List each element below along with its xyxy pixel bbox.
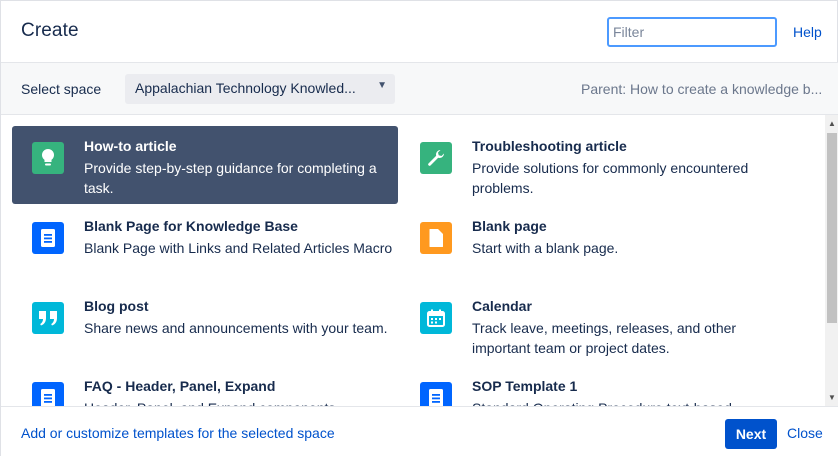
select-space-label: Select space [21, 81, 102, 97]
quote-icon [32, 302, 64, 334]
template-description: Standard Operating Procedure text-based [472, 398, 782, 406]
template-name: Blog post [84, 298, 149, 314]
template-description: Provide step-by-step guidance for comple… [84, 160, 377, 196]
template-description: Start with a blank page. [472, 240, 619, 256]
scroll-up-arrow-icon[interactable]: ▲ [828, 119, 836, 128]
template-name: Blank page [472, 218, 547, 234]
parent-page-label: Parent: How to create a knowledge b... [581, 81, 823, 97]
template-sop-template-1[interactable]: SOP Template 1 Standard Operating Proced… [400, 366, 786, 406]
template-troubleshooting-article[interactable]: Troubleshooting article Provide solution… [400, 126, 786, 204]
space-dropdown[interactable]: Appalachian Technology Knowled... ▼ [125, 74, 395, 104]
create-dialog: Create Help Select space Appalachian Tec… [0, 0, 838, 456]
document-icon [32, 222, 64, 254]
blank-page-icon [420, 222, 452, 254]
template-name: Calendar [472, 298, 532, 314]
dialog-header: Create Help [1, 1, 838, 63]
template-calendar[interactable]: Calendar Track leave, meetings, releases… [400, 286, 786, 364]
template-list: How-to article Provide step-by-step guid… [1, 115, 825, 406]
template-name: Blank Page for Knowledge Base [84, 218, 298, 234]
template-name: Troubleshooting article [472, 138, 627, 154]
template-name: SOP Template 1 [472, 378, 578, 394]
space-selector-row: Select space Appalachian Technology Know… [1, 63, 838, 115]
add-customize-templates-link[interactable]: Add or customize templates for the selec… [21, 425, 335, 441]
template-how-to-article[interactable]: How-to article Provide step-by-step guid… [12, 126, 398, 204]
template-list-scrollbar[interactable]: ▲ ▼ [825, 115, 838, 406]
calendar-icon [420, 302, 452, 334]
next-button[interactable]: Next [725, 419, 777, 449]
chevron-down-icon: ▼ [377, 80, 387, 91]
template-description: Share news and announcements with your t… [84, 320, 388, 336]
template-description: Header, Panel, and Expand components [84, 398, 394, 406]
close-link[interactable]: Close [787, 425, 823, 441]
template-blank-page-knowledge-base[interactable]: Blank Page for Knowledge Base Blank Page… [12, 206, 398, 284]
document-icon [32, 382, 64, 406]
template-blank-page[interactable]: Blank page Start with a blank page. [400, 206, 786, 284]
template-name: How-to article [84, 138, 177, 154]
space-dropdown-value: Appalachian Technology Knowled... [135, 80, 356, 96]
document-icon [420, 382, 452, 406]
lightbulb-icon [32, 142, 64, 174]
template-name: FAQ - Header, Panel, Expand [84, 378, 276, 394]
dialog-footer: Add or customize templates for the selec… [1, 406, 838, 456]
scrollbar-thumb[interactable] [827, 133, 837, 323]
wrench-icon [420, 142, 452, 174]
scroll-down-arrow-icon[interactable]: ▼ [828, 393, 836, 402]
dialog-title: Create [21, 20, 79, 41]
template-blog-post[interactable]: Blog post Share news and announcements w… [12, 286, 398, 364]
filter-input[interactable] [607, 17, 777, 47]
template-description: Blank Page with Links and Related Articl… [84, 240, 393, 256]
template-description: Track leave, meetings, releases, and oth… [472, 320, 737, 356]
template-description: Provide solutions for commonly encounter… [472, 160, 749, 196]
template-faq-header-panel-expand[interactable]: FAQ - Header, Panel, Expand Header, Pane… [12, 366, 398, 406]
help-link[interactable]: Help [793, 24, 822, 40]
